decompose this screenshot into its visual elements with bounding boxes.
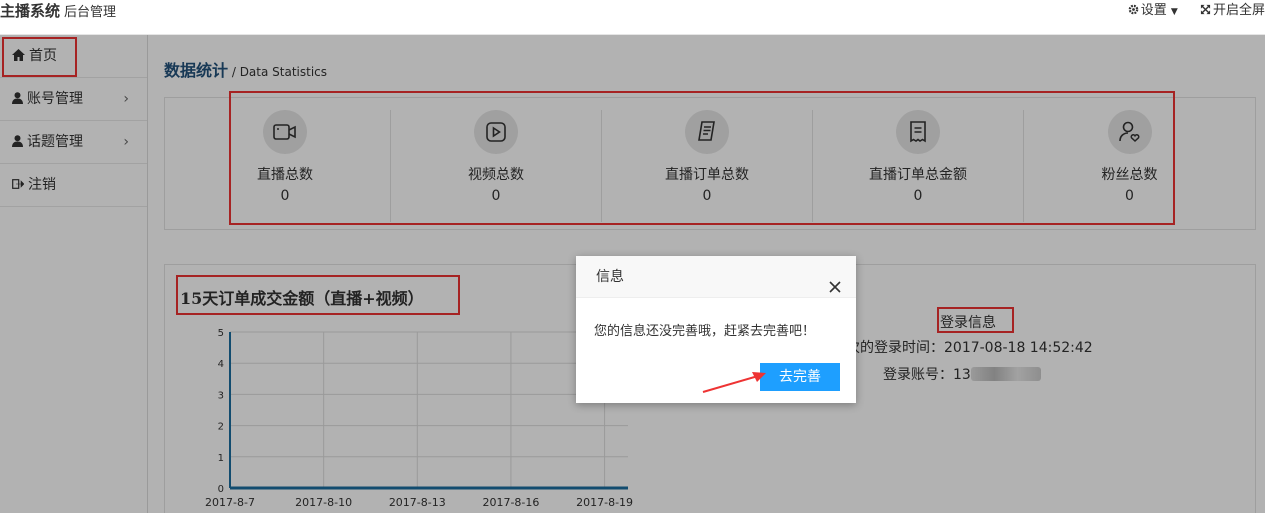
top-right-menu: 设置 ▼ 开启全屏 [1110,0,1265,22]
fullscreen-label: 开启全屏 [1212,3,1265,18]
annotation-arrow-icon [702,372,766,393]
caret-down-icon: ▼ [1170,7,1178,17]
brand-subtitle: 后台管理 [64,5,117,20]
fullscreen-button[interactable]: 开启全屏 [1200,3,1265,18]
settings-menu[interactable]: 设置 ▼ [1128,3,1182,18]
gear-icon [1128,4,1139,15]
fullscreen-icon [1200,4,1211,15]
close-icon[interactable] [828,269,842,311]
brand-title: 主播系统 [0,2,61,20]
dialog-title: 信息 [596,269,624,285]
dialog-message: 您的信息还没完善哦，赶紧去完善吧！ [594,324,816,339]
settings-label: 设置 [1140,3,1167,18]
top-bar: 主播系统 后台管理 设置 ▼ 开启全屏 [0,0,1265,35]
dialog-header: 信息 [576,256,856,298]
brand: 主播系统 后台管理 [0,0,116,22]
complete-info-button[interactable]: 去完善 [760,363,840,391]
